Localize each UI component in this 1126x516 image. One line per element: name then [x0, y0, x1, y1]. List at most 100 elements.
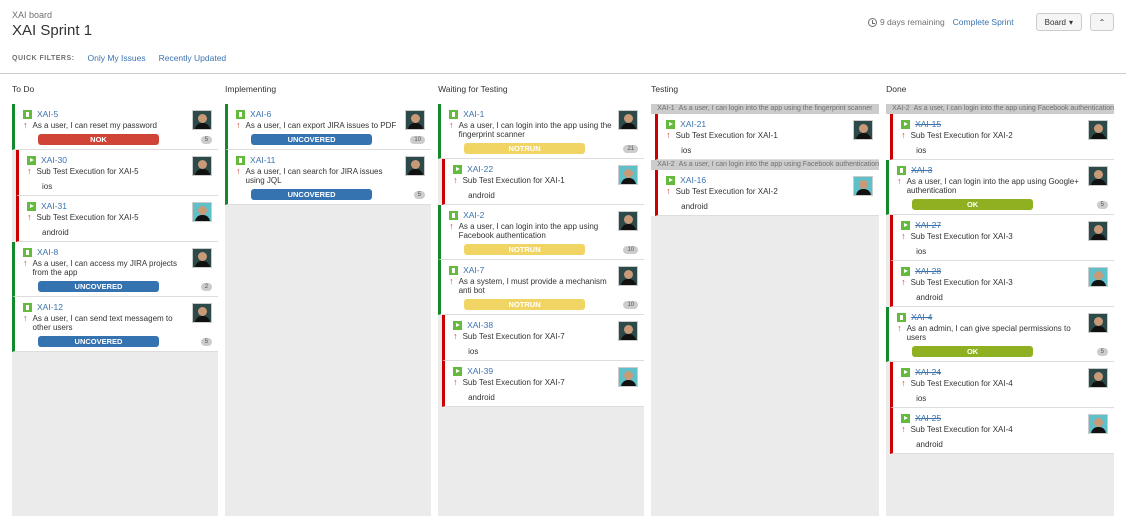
issue-key[interactable]: XAI-11 — [250, 155, 275, 165]
assignee-avatar[interactable] — [1088, 267, 1109, 287]
assignee-avatar[interactable] — [192, 303, 213, 323]
issue-key[interactable]: XAI-27 — [915, 220, 941, 230]
issue-key[interactable]: XAI-38 — [467, 320, 493, 330]
issue-card[interactable]: XAI-3 ↑ As a user, I can login into the ap… — [886, 160, 1115, 215]
issue-card[interactable]: XAI-38 ↑ Sub Test Execution for XAI-7 ios — [442, 315, 645, 361]
assignee-avatar[interactable] — [618, 110, 639, 130]
issue-key[interactable]: XAI-6 — [250, 109, 271, 119]
issue-summary: As an admin, I can give special permissi… — [906, 324, 1071, 342]
issue-key[interactable]: XAI-28 — [915, 266, 941, 276]
issue-card[interactable]: XAI-5 ↑ As a user, I can reset my password… — [12, 104, 219, 150]
assignee-avatar[interactable] — [1088, 221, 1109, 241]
issue-key-row: XAI-39 — [453, 366, 616, 376]
issue-card[interactable]: XAI-12 ↑ As a user, I can send text messag… — [12, 297, 219, 352]
parent-issue-bar[interactable]: XAI-2 As a user, I can login into the app… — [651, 160, 880, 170]
issue-key[interactable]: XAI-7 — [463, 265, 484, 275]
assignee-avatar[interactable] — [853, 120, 874, 140]
test-status-badge: UNCOVERED — [251, 189, 373, 200]
collapse-header-button[interactable]: ⌃ — [1090, 13, 1114, 31]
issue-key[interactable]: XAI-16 — [680, 175, 706, 185]
assignee-avatar[interactable] — [405, 156, 426, 176]
assignee-avatar[interactable] — [618, 211, 639, 231]
issue-key[interactable]: XAI-25 — [915, 413, 941, 423]
issue-key[interactable]: XAI-15 — [915, 119, 941, 129]
issue-key[interactable]: XAI-12 — [37, 302, 63, 312]
issue-summary: As a user, I can login into the app usin… — [458, 222, 599, 240]
issue-card[interactable]: XAI-25 ↑ Sub Test Execution for XAI-4 andro… — [890, 408, 1115, 454]
parent-issue-bar[interactable]: XAI-1 As a user, I can login into the app… — [651, 104, 880, 114]
priority-arrow-up-icon: ↑ — [897, 176, 902, 186]
issue-summary: Sub Test Execution for XAI-5 — [36, 213, 139, 222]
issue-key[interactable]: XAI-2 — [463, 210, 484, 220]
issue-card[interactable]: XAI-1 ↑ As a user, I can login into the ap… — [438, 104, 645, 159]
issue-card[interactable]: XAI-15 ↑ Sub Test Execution for XAI-2 ios — [890, 114, 1115, 160]
priority-arrow-up-icon: ↑ — [453, 331, 458, 341]
issue-environment: android — [42, 228, 69, 237]
issue-key[interactable]: XAI-39 — [467, 366, 493, 376]
board-dropdown-button[interactable]: Board ▾ — [1035, 13, 1082, 31]
issue-key[interactable]: XAI-8 — [37, 247, 58, 257]
issue-card[interactable]: XAI-21 ↑ Sub Test Execution for XAI-1 ios — [655, 114, 880, 160]
priority-arrow-up-icon: ↑ — [453, 175, 458, 185]
assignee-avatar[interactable] — [192, 248, 213, 268]
issue-card[interactable]: XAI-27 ↑ Sub Test Execution for XAI-3 ios — [890, 215, 1115, 261]
issue-card[interactable]: XAI-28 ↑ Sub Test Execution for XAI-3 andro… — [890, 261, 1115, 307]
test-execution-type-icon — [901, 367, 911, 377]
issue-key[interactable]: XAI-3 — [911, 165, 932, 175]
assignee-avatar[interactable] — [1088, 414, 1109, 434]
issue-summary: Sub Test Execution for XAI-3 — [910, 278, 1013, 287]
test-execution-type-icon — [453, 320, 463, 330]
assignee-avatar[interactable] — [853, 176, 874, 196]
assignee-avatar[interactable] — [1088, 166, 1109, 186]
assignee-avatar[interactable] — [192, 202, 213, 222]
assignee-avatar[interactable] — [618, 266, 639, 286]
story-points-badge: 10 — [623, 246, 639, 254]
test-execution-type-icon — [27, 201, 36, 211]
issue-key[interactable]: XAI-5 — [37, 109, 58, 119]
assignee-avatar[interactable] — [618, 367, 639, 387]
issue-key[interactable]: XAI-31 — [41, 201, 67, 211]
issue-card[interactable]: XAI-6 ↑ As a user, I can export JIRA issue… — [225, 104, 432, 150]
issue-card[interactable]: XAI-24 ↑ Sub Test Execution for XAI-4 ios — [890, 362, 1115, 408]
issue-summary-row: ↑ Sub Test Execution for XAI-7 — [453, 378, 616, 388]
issue-key[interactable]: XAI-22 — [467, 164, 493, 174]
issue-key[interactable]: XAI-1 — [463, 109, 484, 119]
filter-only-my-issues[interactable]: Only My Issues — [87, 53, 145, 63]
assignee-avatar[interactable] — [405, 110, 426, 130]
issue-card[interactable]: XAI-39 ↑ Sub Test Execution for XAI-7 andro… — [442, 361, 645, 407]
issue-summary-row: ↑ Sub Test Execution for XAI-4 — [901, 379, 1086, 389]
assignee-avatar[interactable] — [192, 156, 213, 176]
issue-card[interactable]: XAI-30 ↑ Sub Test Execution for XAI-5 ios — [16, 150, 219, 196]
parent-issue-bar[interactable]: XAI-2 As a user, I can login into the app… — [886, 104, 1115, 114]
issue-card[interactable]: XAI-11 ↑ As a user, I can search for JIRA … — [225, 150, 432, 205]
assignee-avatar[interactable] — [1088, 313, 1109, 333]
assignee-avatar[interactable] — [192, 110, 213, 130]
issue-card[interactable]: XAI-7 ↑ As a system, I must provide a mech… — [438, 260, 645, 315]
issue-key-row: XAI-28 — [901, 266, 1086, 276]
issue-key[interactable]: XAI-4 — [911, 312, 932, 322]
issue-key[interactable]: XAI-30 — [41, 155, 67, 165]
assignee-avatar[interactable] — [1088, 368, 1109, 388]
issue-card[interactable]: XAI-31 ↑ Sub Test Execution for XAI-5 andro… — [16, 196, 219, 242]
issue-summary: Sub Test Execution for XAI-1 — [675, 131, 778, 140]
board-name[interactable]: XAI board — [12, 10, 92, 20]
test-status-badge: OK — [912, 346, 1034, 357]
days-remaining-text: 9 days remaining — [879, 17, 945, 27]
issue-key[interactable]: XAI-24 — [915, 367, 941, 377]
issue-summary-row: ↑ As a user, I can reset my password — [23, 121, 190, 131]
issue-card[interactable]: XAI-4 ↑ As an admin, I can give special pe… — [886, 307, 1115, 362]
issue-card[interactable]: XAI-22 ↑ Sub Test Execution for XAI-1 andro… — [442, 159, 645, 205]
complete-sprint-link[interactable]: Complete Sprint — [953, 17, 1014, 27]
issue-card[interactable]: XAI-16 ↑ Sub Test Execution for XAI-2 andro… — [655, 170, 880, 216]
assignee-avatar[interactable] — [1088, 120, 1109, 140]
issue-card[interactable]: XAI-8 ↑ As a user, I can access my JIRA pr… — [12, 242, 219, 297]
issue-key[interactable]: XAI-21 — [680, 119, 706, 129]
issue-summary: Sub Test Execution for XAI-5 — [36, 167, 139, 176]
filter-recently-updated[interactable]: Recently Updated — [159, 53, 227, 63]
issue-summary-row: ↑ As a user, I can export JIRA issues to … — [236, 121, 403, 131]
column-title: Waiting for Testing — [438, 84, 508, 94]
assignee-avatar[interactable] — [618, 165, 639, 185]
issue-environment: ios — [916, 394, 927, 403]
assignee-avatar[interactable] — [618, 321, 639, 341]
issue-card[interactable]: XAI-2 ↑ As a user, I can login into the ap… — [438, 205, 645, 260]
